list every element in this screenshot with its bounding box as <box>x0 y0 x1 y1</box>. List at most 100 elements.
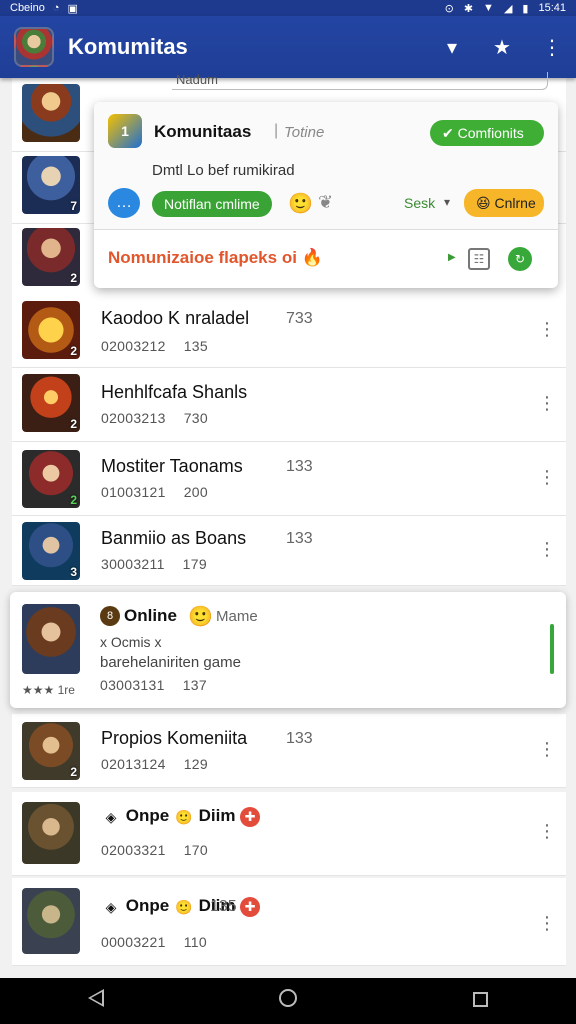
avatar-badge: 2 <box>70 271 77 285</box>
chat-bubble-icon[interactable]: … <box>108 188 140 218</box>
list-item[interactable]: 2 Mostiter Taonams 133 01003121 200 ⋮ <box>12 442 566 516</box>
community-name: Propios Komeniita <box>101 728 248 748</box>
community-avatar: 2 <box>22 301 80 359</box>
community-value: 179 <box>182 556 207 572</box>
refresh-icon[interactable]: ↻ <box>508 247 532 271</box>
status-dot-icon: 8 <box>100 606 120 626</box>
navigation-bar <box>0 978 576 1024</box>
app-avatar[interactable] <box>14 27 54 67</box>
list-item[interactable]: ◈ Onpe 🙂 Diim ✚ 02003321 170 ⋮ <box>12 792 566 876</box>
member-count: 133 <box>286 730 313 747</box>
community-value: 200 <box>183 484 208 500</box>
check-icon: ✔ <box>442 125 454 141</box>
community-name: Banmiio as Boans <box>101 528 247 548</box>
image-icon: ▣ <box>67 2 78 15</box>
list-item[interactable]: 3 Banmiio as Boans 133 30003211 179 ⋮ <box>12 516 566 586</box>
online-tags: x Ocmis x <box>100 634 162 650</box>
grid-icon[interactable]: ☷ <box>468 248 490 270</box>
community-avatar: 2 <box>22 228 80 286</box>
signal-icon: ◢ <box>503 2 513 15</box>
community-app-icon: 1 <box>108 114 142 148</box>
community-meta: 02003212 135 <box>101 338 208 354</box>
more-vert-icon[interactable]: ⋮ <box>538 822 556 840</box>
more-vert-icon[interactable]: ⋮ <box>540 35 564 60</box>
bird-icon: ❦ <box>318 192 334 212</box>
seek-link[interactable]: Sesk <box>404 195 435 211</box>
more-vert-icon[interactable]: ⋮ <box>538 540 556 558</box>
smile-emoji-icon: 🙂 <box>188 606 213 628</box>
status-bar: Cbeino ◔ ▣ ⊙ ✱ ▼ ◢ ▮ 15:41 <box>0 0 576 16</box>
battery-icon: ▮ <box>522 2 529 15</box>
community-code: 02013124 <box>101 756 166 772</box>
play-arrow-icon[interactable]: ▶ <box>448 252 456 263</box>
member-count: 133 <box>286 530 313 547</box>
game-icon: ◈ <box>105 808 117 825</box>
community-code: 02003321 <box>101 842 166 858</box>
community-meta: 03003131 137 <box>100 677 207 693</box>
chevron-down-icon[interactable]: ▾ <box>440 35 464 60</box>
popup-description: Dmtl Lo bef rumikirad <box>152 162 295 179</box>
online-card[interactable]: ★★★ 1re 8 Online 🙂 Mame x Ocmis x barehe… <box>10 592 566 708</box>
popup-header: 1 Komunitaas | Totine ✔ Comfionits Dmtl … <box>94 102 558 230</box>
community-avatar: 3 <box>22 522 80 580</box>
community-code: 02003212 <box>101 338 166 354</box>
avatar-badge: 2 <box>70 344 77 358</box>
smile-emoji-icon: 🙂 <box>288 193 313 215</box>
recents-icon[interactable] <box>460 990 500 1013</box>
community-value: 170 <box>183 842 208 858</box>
community-value: 110 <box>183 934 207 950</box>
popup-footer-text: Nomunizaioe flapeks oi 🔥 <box>108 248 323 268</box>
more-vert-icon[interactable]: ⋮ <box>538 320 556 338</box>
app-bar: Komumitas ▾ ★ ⋮ <box>0 16 576 78</box>
online-indicator <box>550 624 554 674</box>
home-icon[interactable] <box>268 989 308 1013</box>
search-field[interactable]: Nadum <box>172 72 548 90</box>
community-name: Henhlfcafa Shanls <box>101 382 248 402</box>
more-vert-icon[interactable]: ⋮ <box>538 394 556 412</box>
list-item[interactable]: 2 Kaodoo K nraladel 733 02003212 135 ⋮ <box>12 296 566 368</box>
smile-emoji-icon: 🙂 <box>175 898 193 915</box>
community-code: 30003211 <box>101 556 165 572</box>
more-vert-icon[interactable]: ⋮ <box>538 740 556 758</box>
confirm-button[interactable]: ✔ Comfionits <box>430 120 544 146</box>
community-code: 00003221 <box>101 934 166 950</box>
chevron-down-icon[interactable]: ▾ <box>444 195 450 209</box>
community-popup: Nadum 1 Komunitaas | Totine ✔ Comfionits… <box>94 72 558 288</box>
more-vert-icon[interactable]: ⋮ <box>538 914 556 932</box>
list-item[interactable]: 2 Propios Komeniita 133 02013124 129 ⋮ <box>12 714 566 788</box>
community-value: 129 <box>183 756 208 772</box>
list-item[interactable]: ◈ Onpe 🙂 Diim ✚ 135 00003221 110 ⋮ <box>12 878 566 966</box>
community-avatar: 2 <box>22 374 80 432</box>
popup-status: Totine <box>284 124 325 141</box>
online-button-label: Cnlrne <box>494 195 536 211</box>
online-label: Online <box>124 606 177 625</box>
community-avatar <box>22 604 80 674</box>
community-value: 135 <box>183 338 208 354</box>
community-meta: 30003211 179 <box>101 556 207 572</box>
title-separator: | <box>274 122 279 139</box>
community-avatar <box>22 84 80 142</box>
page-title: Komumitas <box>68 34 188 59</box>
wifi-icon: ▼ <box>483 2 494 14</box>
status-text-2: Diim <box>198 806 236 825</box>
community-avatar <box>22 802 80 864</box>
notification-button[interactable]: Notiflan cmlime <box>152 191 272 217</box>
more-vert-icon[interactable]: ⋮ <box>538 468 556 486</box>
back-icon[interactable] <box>76 989 116 1013</box>
community-code: 03003131 <box>100 677 165 693</box>
community-meta: 02003213 730 <box>101 410 208 426</box>
online-button[interactable]: 😆 Cnlrne <box>464 189 544 217</box>
vibrate-icon: ⊙ <box>444 2 454 15</box>
community-meta: 02003321 170 <box>101 842 208 858</box>
community-name: Mostiter Taonams <box>101 456 243 476</box>
add-circle-icon: ✚ <box>240 896 261 917</box>
status-text: Onpe <box>125 896 170 915</box>
emoji-face-icon: 😆 <box>476 195 491 211</box>
avatar-badge: 7 <box>70 199 77 213</box>
star-icon[interactable]: ★ <box>490 35 514 60</box>
bluetooth-icon: ✱ <box>463 2 474 15</box>
list-item[interactable]: 2 Henhlfcafa Shanls 02003213 730 ⋮ <box>12 368 566 442</box>
avatar-badge: 2 <box>70 493 77 507</box>
sync-icon: ◔ <box>52 2 60 14</box>
community-avatar: 7 <box>22 156 80 214</box>
